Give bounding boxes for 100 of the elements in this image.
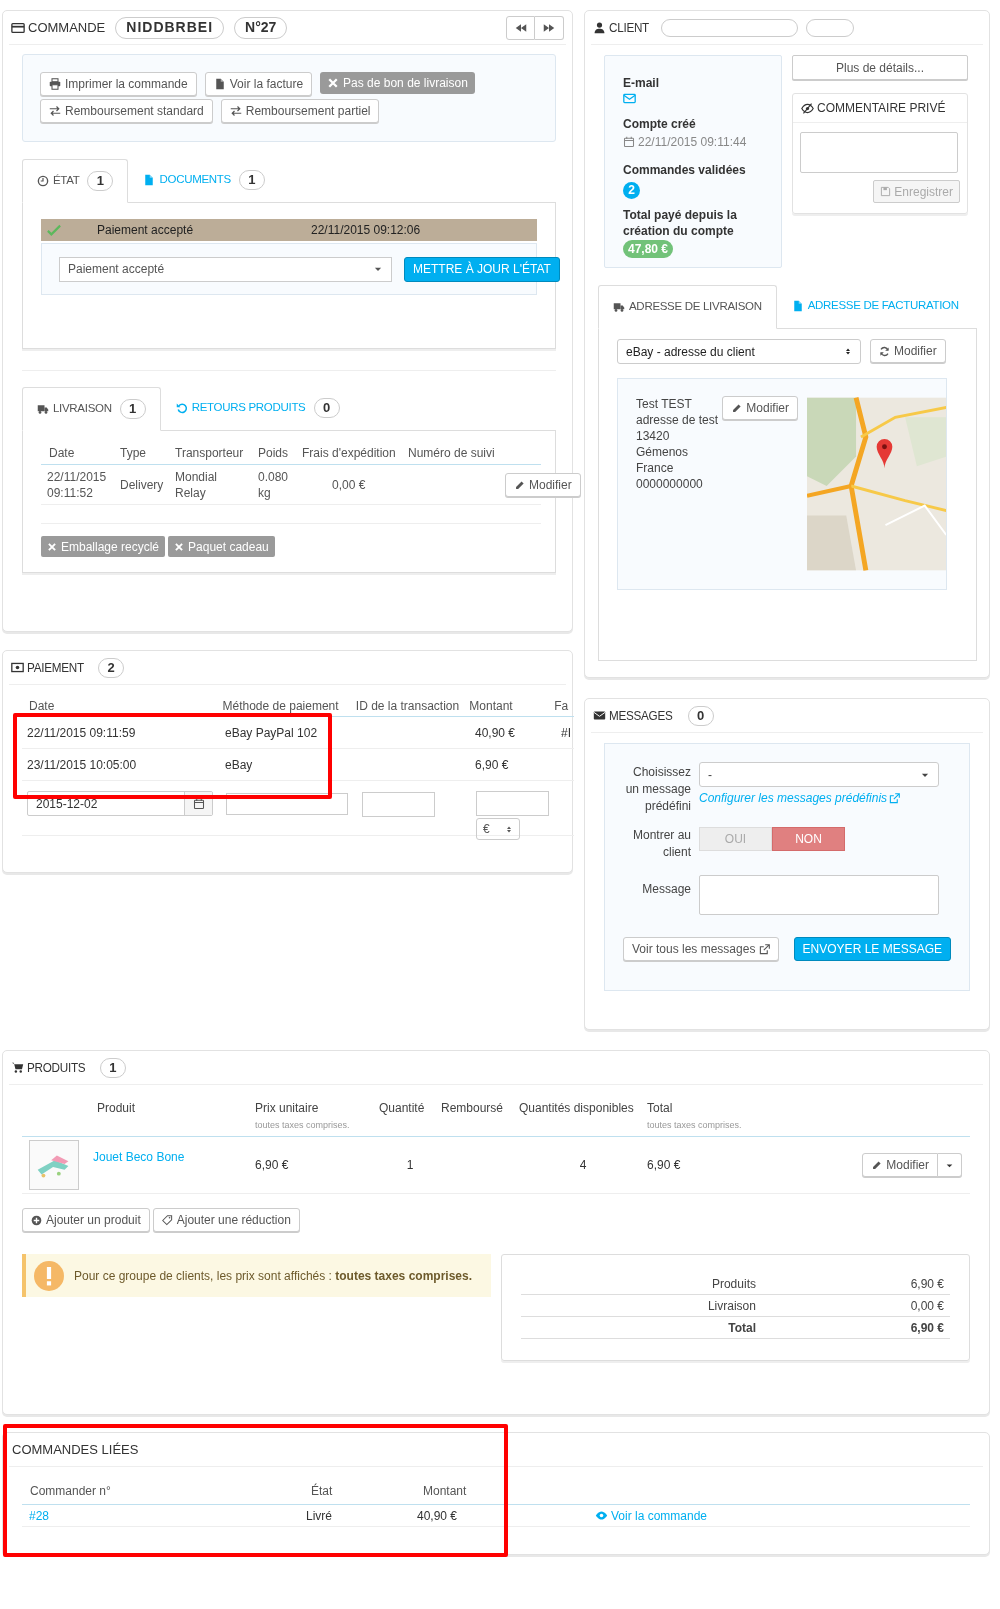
banknote-icon bbox=[11, 661, 24, 674]
table-cell-text: 6,90 € bbox=[647, 1157, 682, 1174]
comment-field[interactable] bbox=[800, 132, 958, 173]
status-select[interactable]: Paiement accepté bbox=[59, 256, 392, 282]
truck-icon bbox=[37, 403, 49, 415]
next-order-button[interactable] bbox=[535, 15, 564, 40]
column-header: Numéro de suivi bbox=[408, 444, 496, 462]
column-header: Quantité bbox=[379, 1100, 426, 1117]
comment-title: COMMENTAIRE PRIVÉ bbox=[817, 99, 946, 117]
column-header: État bbox=[311, 1482, 334, 1500]
total-label: Produits bbox=[710, 1275, 756, 1293]
check-icon bbox=[47, 223, 61, 237]
panel-title: COMMANDE bbox=[28, 18, 106, 37]
total-value: 6,90 € bbox=[909, 1319, 945, 1337]
table-cell-text: 1 bbox=[405, 1157, 415, 1174]
table-cell-text: Mondial Relay bbox=[175, 468, 219, 501]
table-cell-text: 22/11/2015 09:11:59 bbox=[27, 724, 137, 742]
tab[interactable]: LIVRAISON 1 bbox=[22, 387, 161, 431]
action-button[interactable]: Voir la facture bbox=[204, 72, 313, 96]
document-icon bbox=[143, 174, 156, 186]
dropdown-button[interactable] bbox=[938, 1153, 962, 1177]
floppy-icon bbox=[880, 186, 892, 197]
orders-count: 2 bbox=[623, 181, 640, 199]
close-icon bbox=[47, 541, 57, 552]
message-field[interactable] bbox=[699, 875, 939, 915]
payment-method-field[interactable] bbox=[226, 793, 348, 815]
add-discount-button[interactable]: Ajouter une réduction bbox=[152, 1208, 300, 1232]
table-cell-text: 22/11/2015 09:11:52 bbox=[47, 468, 108, 501]
previous-order-button[interactable] bbox=[506, 15, 535, 40]
table-cell-text: 6,90 € bbox=[475, 756, 510, 774]
count-badge: 1 bbox=[99, 1057, 126, 1078]
column-header: Date bbox=[49, 444, 76, 462]
edit-address-button[interactable]: Modifier bbox=[722, 396, 798, 420]
tab[interactable]: DOCUMENTS 1 bbox=[128, 158, 280, 202]
table-cell-text: 6,90 € bbox=[255, 1157, 290, 1174]
edit-button[interactable]: Modifier bbox=[862, 1153, 938, 1177]
field-label: Message bbox=[641, 881, 691, 898]
date-field[interactable]: 2015-12-02 bbox=[27, 791, 213, 816]
column-header: ID de la transaction bbox=[355, 697, 461, 715]
action-button[interactable]: Remboursement standard bbox=[40, 99, 213, 123]
tag-icon bbox=[161, 1214, 173, 1226]
external-link-icon bbox=[759, 943, 771, 955]
count-badge: 0 bbox=[687, 705, 714, 726]
action-button[interactable]: Remboursement partiel bbox=[220, 99, 380, 123]
count-badge: 1 bbox=[119, 399, 146, 419]
field-label: Choisissez un message prédéfini bbox=[624, 764, 691, 815]
column-header: Quantités disponibles bbox=[519, 1100, 635, 1117]
info-label: Total payé depuis la création du compte bbox=[623, 207, 738, 239]
column-header: Frais d'expédition bbox=[302, 444, 397, 462]
message-select[interactable]: - bbox=[699, 762, 939, 787]
table-cell-text: 40,90 € bbox=[475, 724, 517, 742]
edit-button[interactable]: Modifier bbox=[505, 473, 581, 497]
column-header: Remboursé bbox=[441, 1100, 505, 1117]
transaction-id-field[interactable] bbox=[362, 792, 435, 817]
status-name: Paiement accepté bbox=[97, 222, 195, 239]
info-label: Compte créé bbox=[623, 116, 697, 133]
panel-title: PAIEMENT bbox=[27, 658, 84, 677]
currency-select[interactable]: € bbox=[476, 818, 520, 840]
change-address-button[interactable]: Modifier bbox=[870, 339, 946, 363]
info-label: Commandes validées bbox=[623, 162, 747, 179]
table-cell-text: eBay bbox=[225, 756, 254, 774]
user-icon bbox=[593, 21, 606, 34]
count-badge: 1 bbox=[87, 171, 114, 191]
column-header: Type bbox=[120, 444, 147, 462]
tab[interactable]: ÉTAT 1 bbox=[22, 159, 129, 203]
column-note: toutes taxes comprises. bbox=[647, 1119, 743, 1132]
table-cell-text: #I bbox=[561, 724, 571, 742]
amount-field[interactable] bbox=[476, 791, 549, 816]
address-select[interactable]: eBay - adresse du client bbox=[617, 339, 861, 364]
address-text: Test TEST adresse de test 13420 Gémenos France 0000000000 bbox=[636, 396, 720, 493]
column-header: Poids bbox=[258, 444, 290, 462]
column-header: Montant bbox=[423, 1482, 468, 1500]
printer-icon bbox=[49, 78, 61, 90]
warning-icon bbox=[34, 1260, 64, 1291]
field-label: Montrer au client bbox=[631, 827, 691, 861]
count-badge: 0 bbox=[313, 398, 340, 418]
table-cell-text: 23/11/2015 10:05:00 bbox=[27, 756, 138, 774]
envelope-icon bbox=[623, 92, 636, 105]
action-button[interactable]: Imprimer la commande bbox=[40, 72, 197, 96]
more-details-button[interactable]: Plus de détails... bbox=[792, 55, 968, 80]
table-cell-text: Delivery bbox=[120, 476, 165, 494]
table-cell-text: 0,00 € bbox=[332, 476, 367, 494]
tab[interactable]: ADRESSE DE LIVRAISON bbox=[598, 285, 777, 329]
column-header: Fa bbox=[554, 697, 570, 715]
updown-caret-icon bbox=[505, 824, 513, 834]
notice-text: Pour ce groupe de clients, les prix sont affichés : toutes taxes comprises. bbox=[74, 1267, 472, 1285]
column-header: Produit bbox=[97, 1100, 137, 1117]
undo-icon bbox=[175, 402, 188, 414]
column-header: Commander n° bbox=[30, 1482, 112, 1500]
table-cell-text: 0.080 kg bbox=[258, 468, 290, 501]
tab[interactable]: RETOURS PRODUITS 0 bbox=[160, 386, 355, 430]
document-icon bbox=[213, 78, 226, 90]
cart-icon bbox=[11, 1061, 24, 1074]
add-product-button[interactable]: Ajouter un produit bbox=[22, 1208, 150, 1232]
clock-icon bbox=[37, 175, 49, 187]
view-all-messages-button[interactable]: Voir tous les messages bbox=[623, 937, 780, 961]
column-header: Méthode de paiement bbox=[222, 697, 340, 715]
creation-date: 22/11/2015 09:11:44 bbox=[638, 134, 747, 151]
table-cell-text: eBay PayPal 102 bbox=[225, 724, 319, 742]
truck-icon bbox=[613, 301, 625, 313]
